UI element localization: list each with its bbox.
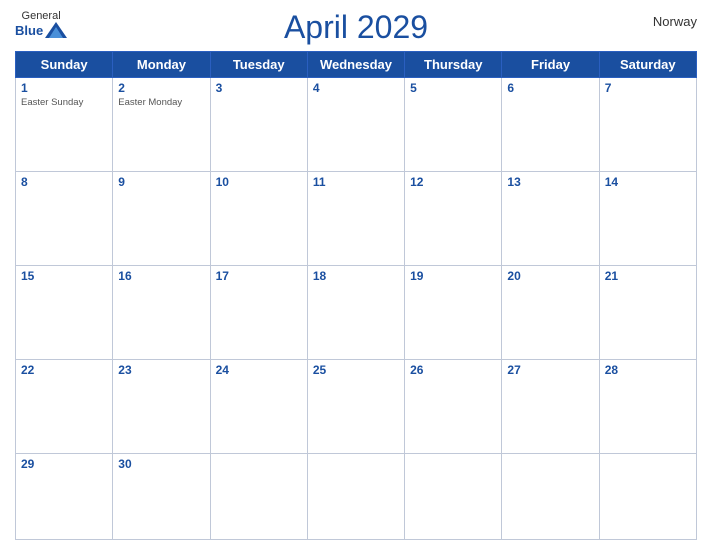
table-row: 1 Easter Sunday — [16, 78, 113, 172]
day-number: 9 — [118, 175, 204, 189]
title-block: April 2029 — [284, 10, 428, 45]
day-number: 23 — [118, 363, 204, 377]
logo-blue: Blue — [15, 23, 43, 38]
table-row — [307, 453, 404, 539]
day-number: 29 — [21, 457, 107, 471]
day-number: 8 — [21, 175, 107, 189]
table-row: 7 — [599, 78, 696, 172]
day-number: 5 — [410, 81, 496, 95]
table-row: 24 — [210, 359, 307, 453]
country-label: Norway — [653, 14, 697, 29]
table-row: 28 — [599, 359, 696, 453]
day-number: 14 — [605, 175, 691, 189]
table-row: 26 — [405, 359, 502, 453]
table-row: 2 Easter Monday — [113, 78, 210, 172]
header-monday: Monday — [113, 52, 210, 78]
calendar-page: General Blue April 2029 Norway Sunday Mo… — [0, 0, 712, 550]
header-friday: Friday — [502, 52, 599, 78]
header-sunday: Sunday — [16, 52, 113, 78]
calendar-week-row: 29 30 — [16, 453, 697, 539]
day-number: 27 — [507, 363, 593, 377]
day-number: 30 — [118, 457, 204, 471]
logo: General Blue — [15, 10, 67, 38]
table-row: 10 — [210, 172, 307, 266]
logo-general: General — [22, 10, 61, 22]
table-row: 30 — [113, 453, 210, 539]
header-tuesday: Tuesday — [210, 52, 307, 78]
day-number: 2 — [118, 81, 204, 95]
table-row: 13 — [502, 172, 599, 266]
header-wednesday: Wednesday — [307, 52, 404, 78]
day-number: 24 — [216, 363, 302, 377]
table-row: 3 — [210, 78, 307, 172]
holiday-label: Easter Sunday — [21, 97, 107, 108]
table-row: 27 — [502, 359, 599, 453]
day-number: 12 — [410, 175, 496, 189]
header-thursday: Thursday — [405, 52, 502, 78]
holiday-label: Easter Monday — [118, 97, 204, 108]
day-number: 1 — [21, 81, 107, 95]
day-number: 26 — [410, 363, 496, 377]
table-row: 4 — [307, 78, 404, 172]
day-number: 13 — [507, 175, 593, 189]
table-row: 9 — [113, 172, 210, 266]
table-row: 15 — [16, 265, 113, 359]
table-row: 23 — [113, 359, 210, 453]
calendar-title: April 2029 — [284, 10, 428, 45]
table-row: 14 — [599, 172, 696, 266]
day-number: 17 — [216, 269, 302, 283]
day-number: 28 — [605, 363, 691, 377]
table-row — [210, 453, 307, 539]
day-number: 11 — [313, 175, 399, 189]
table-row: 6 — [502, 78, 599, 172]
table-row: 20 — [502, 265, 599, 359]
day-number: 22 — [21, 363, 107, 377]
calendar-table: Sunday Monday Tuesday Wednesday Thursday… — [15, 51, 697, 540]
table-row: 18 — [307, 265, 404, 359]
day-number: 20 — [507, 269, 593, 283]
day-number: 15 — [21, 269, 107, 283]
day-number: 18 — [313, 269, 399, 283]
calendar-week-row: 15 16 17 18 19 20 21 — [16, 265, 697, 359]
table-row: 25 — [307, 359, 404, 453]
calendar-week-row: 1 Easter Sunday 2 Easter Monday 34567 — [16, 78, 697, 172]
header-saturday: Saturday — [599, 52, 696, 78]
day-number: 19 — [410, 269, 496, 283]
table-row: 21 — [599, 265, 696, 359]
table-row — [405, 453, 502, 539]
table-row: 29 — [16, 453, 113, 539]
table-row: 8 — [16, 172, 113, 266]
table-row — [502, 453, 599, 539]
day-number: 16 — [118, 269, 204, 283]
table-row: 19 — [405, 265, 502, 359]
table-row — [599, 453, 696, 539]
day-number: 25 — [313, 363, 399, 377]
table-row: 22 — [16, 359, 113, 453]
table-row: 17 — [210, 265, 307, 359]
day-number: 4 — [313, 81, 399, 95]
day-number: 21 — [605, 269, 691, 283]
calendar-week-row: 89 10 11 12 13 14 — [16, 172, 697, 266]
day-number: 3 — [216, 81, 302, 95]
table-row: 16 — [113, 265, 210, 359]
header: General Blue April 2029 Norway — [15, 10, 697, 45]
table-row: 11 — [307, 172, 404, 266]
table-row: 12 — [405, 172, 502, 266]
day-number: 10 — [216, 175, 302, 189]
logo-icon — [45, 22, 67, 38]
day-number: 6 — [507, 81, 593, 95]
weekday-header-row: Sunday Monday Tuesday Wednesday Thursday… — [16, 52, 697, 78]
table-row: 5 — [405, 78, 502, 172]
calendar-week-row: 22 23 24 25 26 27 28 — [16, 359, 697, 453]
day-number: 7 — [605, 81, 691, 95]
